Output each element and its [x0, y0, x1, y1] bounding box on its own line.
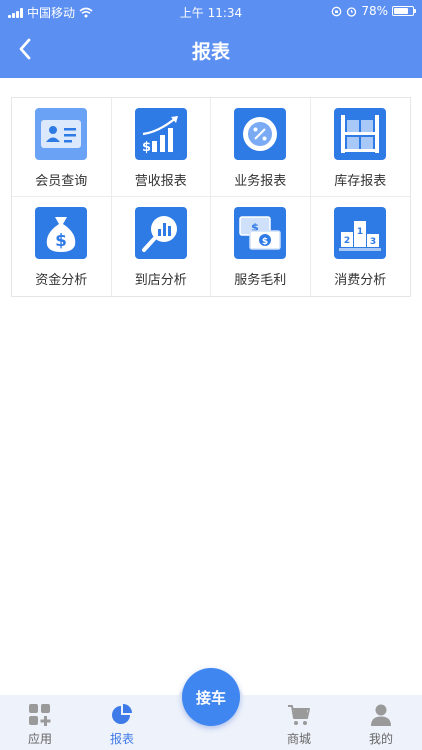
- svg-text:$: $: [142, 140, 151, 155]
- battery-icon: [392, 6, 416, 16]
- banknotes-icon: $ $: [234, 207, 287, 259]
- percent-icon: [234, 108, 287, 160]
- tab-label: 我的: [368, 732, 393, 746]
- grid-item-member-query[interactable]: 会员查询: [12, 98, 112, 197]
- svg-text:1: 1: [357, 227, 363, 237]
- magnifier-chart-icon: [134, 207, 187, 259]
- user-icon: [371, 704, 391, 726]
- rotation-lock-icon: [331, 6, 342, 16]
- tab-apps[interactable]: 应用: [0, 695, 80, 750]
- grid-item-fund-analysis[interactable]: $ 资金分析: [12, 197, 112, 296]
- vehicle-reception-button[interactable]: 接车: [182, 668, 240, 726]
- grid-item-label: 消费分析: [334, 273, 387, 288]
- podium-icon: 2 1 3: [334, 207, 387, 259]
- shopping-cart-icon: [288, 705, 310, 725]
- svg-text:2: 2: [344, 236, 350, 246]
- tab-label: 应用: [27, 732, 52, 746]
- warehouse-shelf-icon: [334, 108, 387, 160]
- svg-text:$: $: [262, 237, 268, 247]
- grid-item-label: 到店分析: [134, 273, 187, 288]
- tab-label: 报表: [109, 732, 134, 746]
- grid-item-label: 会员查询: [35, 174, 88, 189]
- grid-item-label: 营收报表: [134, 174, 187, 189]
- grid-item-service-margin[interactable]: $ $ 服务毛利: [211, 197, 311, 296]
- grid-item-label: 库存报表: [334, 174, 387, 189]
- grid-item-revenue-report[interactable]: $ 营收报表: [111, 98, 211, 197]
- grid-item-consumption-analysis[interactable]: 2 1 3 消费分析: [311, 197, 411, 296]
- tab-mall[interactable]: 商城: [259, 695, 339, 750]
- tab-me[interactable]: 我的: [341, 695, 421, 750]
- grid-item-store-visit-analysis[interactable]: 到店分析: [112, 197, 211, 296]
- money-bag-icon: $: [35, 207, 88, 259]
- grid-item-label: 资金分析: [35, 273, 88, 288]
- grid-item-label: 业务报表: [234, 174, 287, 189]
- svg-text:$: $: [55, 231, 67, 251]
- grid-item-business-report[interactable]: 业务报表: [211, 98, 311, 197]
- battery-fill: [394, 8, 409, 14]
- member-card-icon: [35, 108, 88, 160]
- pie-chart-icon: [112, 704, 132, 724]
- nav-bar: 报表: [0, 22, 422, 78]
- revenue-chart-icon: $: [134, 108, 187, 160]
- alarm-icon: [347, 6, 357, 17]
- page-title: 报表: [191, 41, 230, 63]
- grid-item-label: 服务毛利: [234, 273, 287, 288]
- tab-label: 商城: [286, 732, 311, 746]
- battery-percent: 78%: [361, 4, 388, 18]
- report-grid: 会员查询 $ 营收报表 业务报表 库存报表 $ 资金分析 到店分析 $ $ 服务…: [11, 97, 411, 297]
- header: 中国移动 上午 11:34 78% 报表: [0, 0, 422, 78]
- status-right: 78%: [331, 4, 416, 18]
- svg-text:3: 3: [370, 237, 376, 247]
- tab-reports[interactable]: 报表: [82, 695, 162, 750]
- status-bar: 中国移动 上午 11:34 78%: [0, 0, 422, 22]
- grid-item-inventory-report[interactable]: 库存报表: [310, 98, 410, 197]
- apps-grid-icon: [29, 704, 51, 726]
